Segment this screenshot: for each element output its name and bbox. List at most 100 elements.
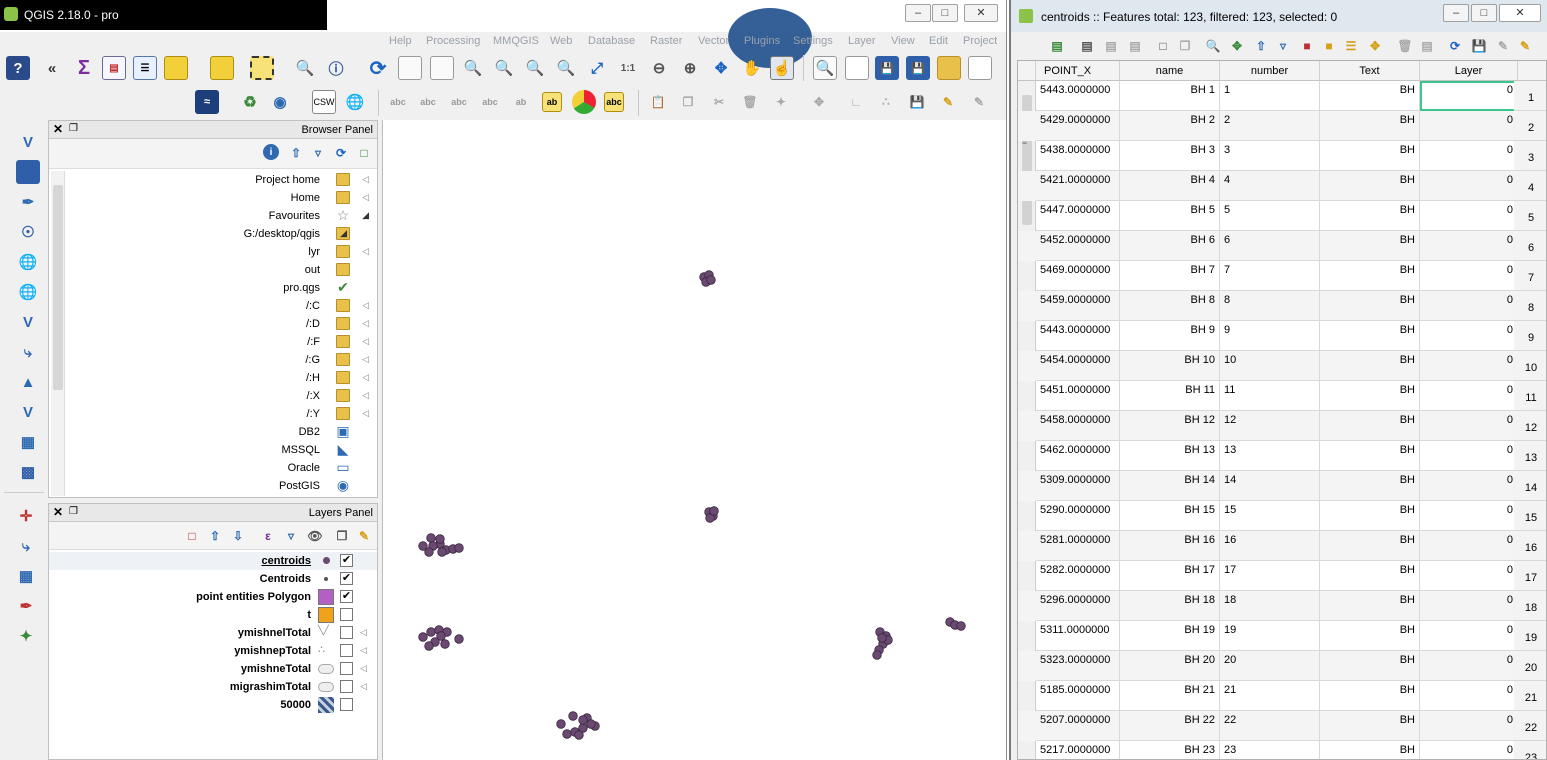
layer-row[interactable]: ymishneTotal ◁ (49, 660, 377, 678)
cell-layer[interactable]: 0 (1420, 711, 1518, 741)
centroid-point[interactable] (437, 547, 447, 557)
browser-item[interactable]: /:C ◁ (49, 297, 377, 315)
centroid-point[interactable] (562, 729, 572, 739)
new-column-icon[interactable]: ▤ (1417, 36, 1437, 56)
expand-arrow-icon[interactable]: ◁ (362, 246, 369, 257)
clipboard-icon[interactable]: 📋 (648, 92, 668, 112)
add-wms-layer-icon[interactable]: 🌐 (16, 250, 40, 274)
centroid-point[interactable] (574, 730, 584, 740)
cell-name[interactable]: BH 1 (1120, 81, 1220, 111)
row-number[interactable]: 9 (1514, 321, 1546, 351)
expand-arrow-icon[interactable]: ◁ (362, 318, 369, 329)
cell-number[interactable]: 19 (1220, 621, 1320, 651)
browser-item[interactable]: /:D ◁ (49, 315, 377, 333)
new-bookmark-icon[interactable] (430, 56, 454, 80)
gps-tool-icon[interactable]: ▦ (14, 564, 38, 588)
table-row[interactable]: 5443.0000000 BH 1 1 BH 0 1 (1018, 81, 1546, 111)
cell-point-x[interactable]: 5443.0000000 (1036, 321, 1120, 351)
cell-layer[interactable]: 0 (1420, 411, 1518, 441)
row-number[interactable]: 16 (1514, 531, 1546, 561)
browser-item[interactable]: /:F ◁ (49, 333, 377, 351)
collapse-arrow-icon[interactable]: ◢ (340, 228, 347, 239)
select-all-icon[interactable]: ✥ (1227, 36, 1247, 56)
close-panel-icon[interactable]: ✕ (53, 122, 63, 136)
table-row[interactable]: 5451.0000000 BH 11 11 BH 0 11 (1018, 381, 1546, 411)
python-console-icon[interactable]: ◉ (268, 90, 292, 114)
refresh-table-icon[interactable]: ⟳ (1445, 36, 1465, 56)
touch-zoom-icon[interactable]: ☝ (770, 56, 794, 80)
layer-visibility-checkbox[interactable]: ✔ (340, 554, 353, 567)
cell-number[interactable]: 9 (1220, 321, 1320, 351)
centroid-point[interactable] (709, 506, 719, 516)
centroid-point[interactable] (877, 633, 887, 643)
browser-item[interactable]: lyr ◁ (49, 243, 377, 261)
pan-hand-icon[interactable]: ✋ (740, 56, 764, 80)
multi-edit-icon[interactable]: ▤ (1077, 36, 1097, 56)
cell-number[interactable]: 6 (1220, 231, 1320, 261)
browser-item[interactable]: out (49, 261, 377, 279)
pan-to-selection-icon[interactable]: ☰ (1341, 36, 1361, 56)
centroid-point[interactable] (578, 715, 588, 725)
cell-name[interactable]: BH 22 (1120, 711, 1220, 741)
table-row[interactable]: 5296.0000000 BH 18 18 BH 0 18 (1018, 591, 1546, 621)
menu-view[interactable]: View (891, 35, 915, 47)
row-number[interactable]: 4 (1514, 171, 1546, 201)
help-icon[interactable]: ? (6, 56, 30, 80)
browser-item[interactable]: /:H ◁ (49, 369, 377, 387)
centroid-point[interactable] (426, 627, 436, 637)
cell-text[interactable]: BH (1320, 291, 1420, 321)
cell-layer[interactable]: 0 (1420, 321, 1518, 351)
table-row[interactable]: 5217.0000000 BH 23 23 BH 0 23 (1018, 741, 1546, 759)
new-project-icon[interactable] (968, 56, 992, 80)
expand-arrow-icon[interactable]: ◁ (362, 354, 369, 365)
centroid-point[interactable] (435, 534, 445, 544)
cell-name[interactable]: BH 17 (1120, 561, 1220, 591)
add-feature-icon[interactable]: □ (1153, 36, 1173, 56)
row-number[interactable]: 15 (1514, 501, 1546, 531)
cell-layer[interactable]: 0 (1420, 231, 1518, 261)
browser-item[interactable]: PostGIS ◉ (49, 477, 377, 495)
identify-features-icon[interactable]: 🔍 (293, 56, 317, 80)
column-header-layer[interactable]: Layer (1420, 61, 1518, 81)
cell-name[interactable]: BH 4 (1120, 171, 1220, 201)
openlayers-icon[interactable]: ≈ (195, 90, 219, 114)
row-number[interactable]: 17 (1514, 561, 1546, 591)
menu-database[interactable]: Database (588, 35, 635, 47)
save-edits-icon[interactable]: ▤ (1101, 36, 1121, 56)
expand-arrow-icon[interactable]: ◁ (362, 174, 369, 185)
menu-help[interactable]: Help (389, 35, 412, 47)
cell-name[interactable]: BH 16 (1120, 531, 1220, 561)
cell-number[interactable]: 7 (1220, 261, 1320, 291)
table-row[interactable]: 5469.0000000 BH 7 7 BH 0 7 (1018, 261, 1546, 291)
cell-layer[interactable]: 0 (1420, 141, 1518, 171)
row-number[interactable]: 12 (1514, 411, 1546, 441)
row-number[interactable]: 20 (1514, 651, 1546, 681)
layer-visibility-checkbox[interactable] (340, 608, 353, 621)
label-tool-3-icon[interactable]: abc (449, 92, 469, 112)
expand-all-icon[interactable]: ❐ (332, 526, 352, 546)
centroid-point[interactable] (568, 711, 578, 721)
open-project-icon[interactable] (937, 56, 961, 80)
collapse-toolbar-icon[interactable]: « (40, 56, 64, 80)
layer-visibility-checkbox[interactable] (340, 680, 353, 693)
add-oracle-layer-icon[interactable]: ▩ (16, 460, 40, 484)
row-number[interactable]: 8 (1514, 291, 1546, 321)
filter-icon[interactable]: ▿ (308, 143, 328, 163)
row-number[interactable]: 14 (1514, 471, 1546, 501)
layer-visibility-checkbox[interactable] (340, 698, 353, 711)
row-number[interactable]: 7 (1514, 261, 1546, 291)
menu-settings[interactable]: Settings (793, 35, 833, 47)
statistics-icon[interactable]: ▤ (102, 56, 126, 80)
cell-name[interactable]: BH 11 (1120, 381, 1220, 411)
save-table-icon[interactable]: 💾 (1469, 36, 1489, 56)
layer-visibility-checkbox[interactable] (340, 644, 353, 657)
cell-number[interactable]: 1 (1220, 81, 1320, 111)
layer-row[interactable]: ymishnelTotal ╲╱ ◁ (49, 624, 377, 642)
delete-column-icon[interactable]: 🗑 (1395, 36, 1415, 56)
centroid-point[interactable] (556, 719, 566, 729)
zoom-last-icon[interactable]: 🔍 (461, 56, 485, 80)
browser-item[interactable]: Project home ◁ (49, 171, 377, 189)
column-header-point-x[interactable]: POINT_X (1036, 61, 1120, 81)
cell-text[interactable]: BH (1320, 681, 1420, 711)
menu-layer[interactable]: Layer (848, 35, 876, 47)
